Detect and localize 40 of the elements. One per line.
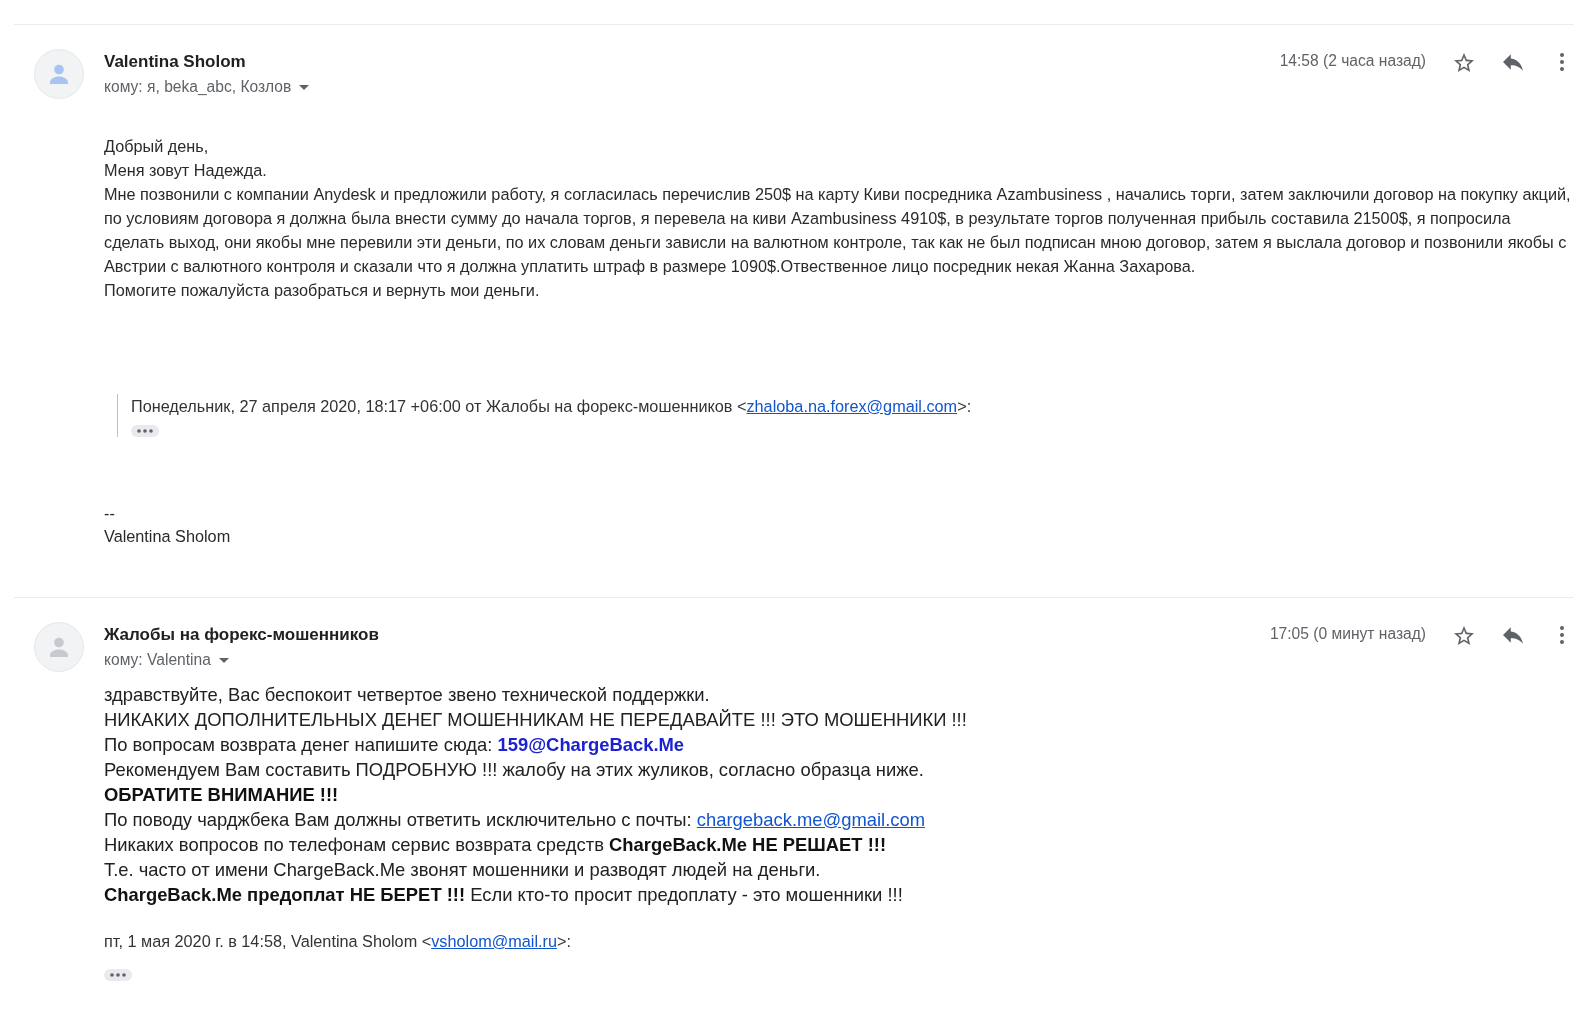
quote-attribution: пт, 1 мая 2020 г. в 14:58, Valentina Sholom <vsholom@mail.ru>: — [104, 931, 571, 952]
signature-separator: -- — [104, 503, 115, 524]
reply-icon[interactable] — [1503, 53, 1523, 71]
sender-name: Жалобы на форекс-мошенников — [104, 625, 379, 645]
ellipsis-button[interactable] — [104, 969, 132, 981]
quote-header: Понедельник, 27 апреля 2020, 18:17 +06:00 от Жалобы на форекс-мошенников <zhaloba.na.forex@gmail.com>: — [131, 396, 972, 417]
message-text: Мне позвонили с компании Anydesk и предложили работу, я согласилась перечислив 250$ на карту Киви посредника Azambusiness , начались торги, затем заключили договор на покупку акций, по условиям договора я должна была внести сумму до начала торгов, я перевела на киви Azambusiness 4910$, в результате торгов полученная прибыль составила 21500$, я попросила сделать выход, они якобы мне перевили эти деньги, по их словам деньги зависли на валютном контроле, так как не был подписан мною договор, затем я выслала договор и позвонили якобы с Австрии с валютного контроля и сказали что я должна уплатить штраф в размере 1090$.Отвественное лицо посредник некая Жанна Захарова. — [104, 184, 1572, 277]
caret-icon[interactable] — [218, 657, 229, 663]
sender-name: Valentina Sholom — [104, 52, 246, 72]
caret-icon[interactable] — [299, 84, 310, 90]
message-text: ОБРАТИТЕ ВНИМАНИЕ !!! — [104, 783, 339, 807]
message-text: Добрый день, — [104, 136, 209, 157]
ellipsis-button[interactable] — [131, 425, 159, 437]
message-text: здравствуйте, Вас беспокоит четвертое звено технической поддержки. — [104, 683, 710, 707]
email-link[interactable]: zhaloba.na.forex@gmail.com — [746, 397, 958, 415]
email-link[interactable]: chargeback.me@gmail.com — [696, 809, 926, 830]
timestamp: 14:58 (2 часа назад) — [1279, 51, 1426, 71]
star-icon[interactable] — [1454, 625, 1474, 645]
message-text: НИКАКИХ ДОПОЛНИТЕЛЬНЫХ ДЕНЕГ МОШЕННИКАМ НЕ ПЕРЕДАВАЙТЕ !!! ЭТО МОШЕННИКИ !!! — [104, 708, 967, 732]
message-text: ChargeBack.Me предоплат НЕ БЕРЕТ !!! Если кто-то просит предоплату - это мошенники !!! — [104, 883, 903, 907]
dots-icon — [110, 973, 126, 977]
timestamp: 17:05 (0 минут назад) — [1269, 624, 1426, 644]
signature-name: Valentina Sholom — [104, 526, 231, 547]
recipients-text: кому: я, beka_abc, Козлов — [104, 78, 292, 96]
avatar-icon — [34, 49, 84, 99]
message-text: Меня зовут Надежда. — [104, 160, 267, 181]
message-text: По поводу чарджбека Вам должны ответить исключительно с почты: chargeback.me@gmail.com — [104, 808, 926, 832]
dots-icon — [137, 429, 153, 433]
message-text: По вопросам возврата денег напишите сюда: 159@ChargeBack.Me — [104, 733, 685, 757]
message-text: Рекомендуем Вам составить ПОДРОБНУЮ !!! жалобу на этих жуликов, согласно образца ниже. — [104, 758, 924, 782]
reply-icon[interactable] — [1503, 626, 1523, 644]
more-options-icon[interactable] — [1560, 53, 1564, 71]
recipients-text: кому: Valentina — [104, 651, 211, 669]
star-icon[interactable] — [1454, 52, 1474, 72]
avatar-icon — [34, 622, 84, 672]
message-text: Т.е. часто от имени ChargeBack.Me звонят мошенники и разводят людей на деньги. — [104, 858, 821, 882]
email-link[interactable]: vsholom@mail.ru — [431, 932, 557, 950]
message-text: Никаких вопросов по телефонам сервис возврата средств ChargeBack.Me НЕ РЕШАЕТ !!! — [104, 833, 887, 857]
message-text: Помогите пожалуйста разобраться и вернуть мои деньги. — [104, 280, 540, 301]
more-options-icon[interactable] — [1560, 626, 1564, 644]
